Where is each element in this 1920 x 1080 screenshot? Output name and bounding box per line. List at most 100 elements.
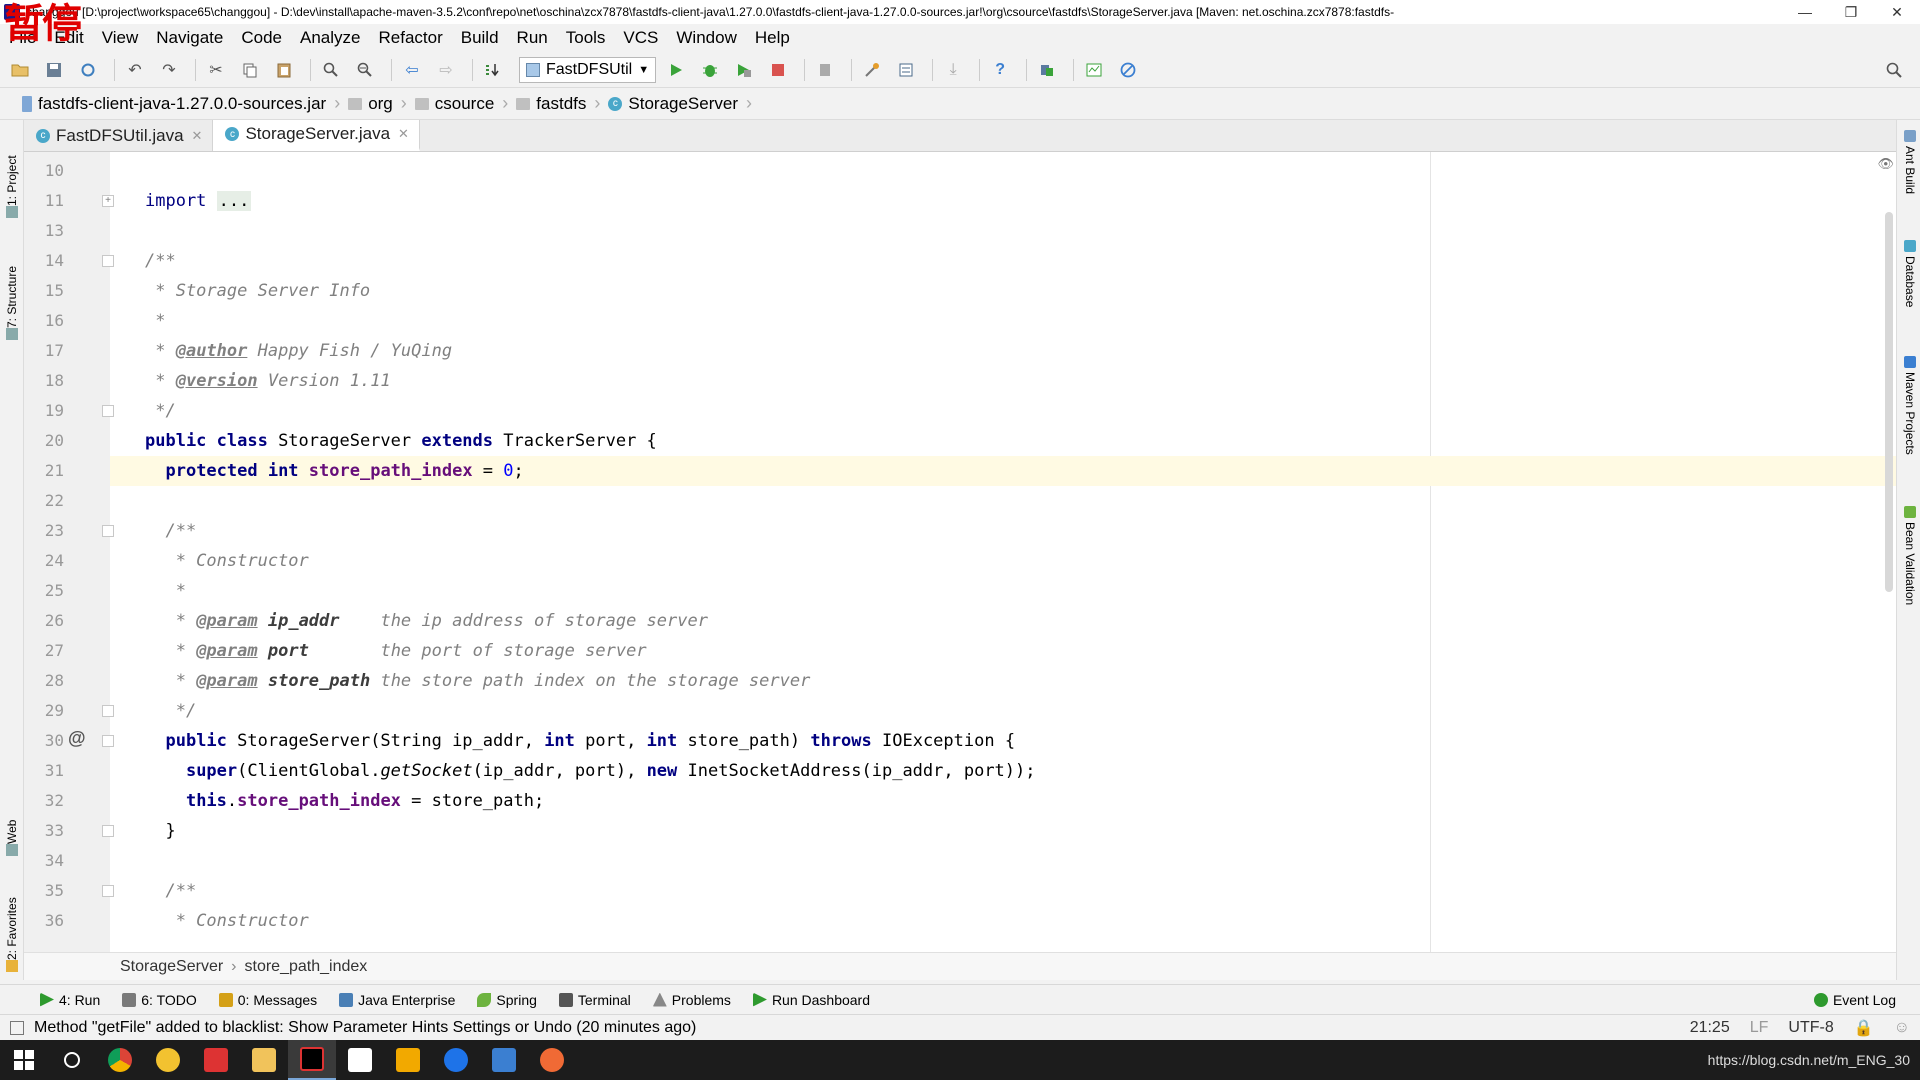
code-line[interactable]: * @param port the port of storage server [110, 636, 1896, 666]
crumb-csource[interactable]: csource [407, 88, 503, 120]
terminal-tool-button[interactable]: Terminal [549, 985, 643, 1015]
crumb-storageserver[interactable]: c StorageServer [600, 88, 746, 120]
code-line[interactable]: * @version Version 1.11 [110, 366, 1896, 396]
todo-tool-button[interactable]: 6: TODO [112, 985, 209, 1015]
paste-icon[interactable] [270, 56, 298, 84]
problems-tool-button[interactable]: Problems [643, 985, 743, 1015]
run-dashboard-tool-button[interactable]: Run Dashboard [743, 985, 882, 1015]
search-icon[interactable] [1880, 56, 1908, 84]
code-line[interactable]: * Storage Server Info [110, 276, 1896, 306]
project-structure-icon[interactable] [858, 56, 886, 84]
run-tool-button[interactable]: 4: Run [30, 985, 112, 1015]
cut-icon[interactable]: ✂ [202, 56, 230, 84]
pinned-app-icon[interactable] [432, 1040, 480, 1080]
code-line[interactable]: public StorageServer(String ip_addr, int… [110, 726, 1896, 756]
project-tool-tab[interactable]: 1: Project [2, 132, 22, 222]
open-folder-icon[interactable] [6, 56, 34, 84]
debug-icon[interactable] [696, 56, 724, 84]
menu-tools[interactable]: Tools [557, 24, 615, 52]
code-line[interactable]: */ [110, 696, 1896, 726]
menu-help[interactable]: Help [746, 24, 799, 52]
menu-window[interactable]: Window [667, 24, 745, 52]
screen-capture-icon[interactable] [192, 1040, 240, 1080]
event-log-tool-button[interactable]: Event Log [1804, 985, 1908, 1015]
attach-debugger-icon[interactable] [811, 56, 839, 84]
code-line[interactable]: * [110, 576, 1896, 606]
replace-icon[interactable] [351, 56, 379, 84]
download-icon[interactable]: ⤓ [939, 56, 967, 84]
windows-start-icon[interactable] [0, 1040, 48, 1080]
power-save-icon[interactable] [1114, 56, 1142, 84]
code-line[interactable] [110, 216, 1896, 246]
vm-monitor-icon[interactable] [1080, 56, 1108, 84]
code-line[interactable]: * @param ip_addr the ip address of stora… [110, 606, 1896, 636]
eye-icon[interactable]: 👁 [1877, 156, 1894, 172]
menu-build[interactable]: Build [452, 24, 508, 52]
pinned-app-icon[interactable] [528, 1040, 576, 1080]
back-arrow-icon[interactable]: ⇦ [398, 56, 426, 84]
sync-icon[interactable] [74, 56, 102, 84]
run-configuration-select[interactable]: FastDFSUtil ▼ [519, 56, 657, 83]
minimize-button[interactable]: — [1782, 0, 1828, 24]
file-encoding[interactable]: UTF-8 [1778, 1019, 1843, 1037]
tab-storageserver[interactable]: c StorageServer.java ✕ [213, 120, 420, 151]
stop-icon[interactable] [764, 56, 792, 84]
code-line[interactable]: * [110, 306, 1896, 336]
menu-code[interactable]: Code [232, 24, 291, 52]
code-line[interactable]: public class StorageServer extends Track… [110, 426, 1896, 456]
pinned-app-icon[interactable] [144, 1040, 192, 1080]
close-icon[interactable]: ✕ [398, 126, 409, 142]
tool-windows-toggle-icon[interactable] [10, 1020, 24, 1035]
crumb-jar[interactable]: fastdfs-client-java-1.27.0.0-sources.jar [14, 88, 334, 120]
code-line[interactable]: super(ClientGlobal.getSocket(ip_addr, po… [110, 756, 1896, 786]
code-line[interactable]: * @author Happy Fish / YuQing [110, 336, 1896, 366]
save-all-icon[interactable] [40, 56, 68, 84]
breadcrumb-member[interactable]: store_path_index [245, 958, 368, 976]
redo-icon[interactable]: ↷ [155, 56, 183, 84]
code-area[interactable]: import ... /** * Storage Server Info * * … [110, 152, 1896, 952]
intellij-taskbar-icon[interactable] [288, 1040, 336, 1080]
chrome-icon[interactable] [96, 1040, 144, 1080]
maven-projects-tool-tab[interactable]: Maven Projects [1900, 356, 1920, 496]
code-line[interactable]: * Constructor [110, 546, 1896, 576]
pinned-app-icon[interactable] [384, 1040, 432, 1080]
code-editor[interactable]: 10 11 +13 14 15 16 17 18 19 20 21 22 23 24 25 26 27 28 29 3… [24, 152, 1896, 952]
breadcrumb-class[interactable]: StorageServer [120, 958, 223, 976]
bean-validation-tool-tab[interactable]: Bean Validation [1900, 506, 1920, 636]
code-line[interactable] [110, 486, 1896, 516]
tab-fastdfsutil[interactable]: c FastDFSUtil.java ✕ [24, 120, 214, 151]
restore-button[interactable]: ❐ [1828, 0, 1874, 24]
database-tool-tab[interactable]: Database [1900, 240, 1920, 340]
line-separator[interactable]: LF [1740, 1019, 1779, 1037]
file-explorer-icon[interactable] [240, 1040, 288, 1080]
cortana-search-icon[interactable] [48, 1040, 96, 1080]
code-line[interactable]: * @param store_path the store path index… [110, 666, 1896, 696]
crumb-fastdfs[interactable]: fastdfs [508, 88, 594, 120]
build-project-icon[interactable] [479, 56, 507, 84]
run-icon[interactable] [662, 56, 690, 84]
code-line[interactable]: protected int store_path_index = 0; [110, 456, 1896, 486]
crumb-org[interactable]: org [340, 88, 401, 120]
code-line[interactable]: * Constructor [110, 906, 1896, 936]
close-icon[interactable]: ✕ [192, 128, 203, 144]
inspector-icon[interactable]: ☺ [1884, 1019, 1920, 1037]
copy-icon[interactable] [236, 56, 264, 84]
run-with-coverage-icon[interactable] [730, 56, 758, 84]
forward-arrow-icon[interactable]: ⇨ [432, 56, 460, 84]
editor-scrollbar[interactable]: 👁 [1877, 152, 1896, 952]
tasks-icon[interactable] [1033, 56, 1061, 84]
java-enterprise-tool-button[interactable]: Java Enterprise [329, 985, 467, 1015]
code-line[interactable]: /** [110, 876, 1896, 906]
find-icon[interactable] [317, 56, 345, 84]
scrollbar-thumb[interactable] [1885, 212, 1893, 592]
menu-refactor[interactable]: Refactor [369, 24, 451, 52]
code-line[interactable]: import ... [110, 186, 1896, 216]
menu-run[interactable]: Run [508, 24, 557, 52]
code-line[interactable]: } [110, 816, 1896, 846]
ant-build-tool-tab[interactable]: Ant Build [1900, 130, 1920, 220]
menu-vcs[interactable]: VCS [614, 24, 667, 52]
undo-icon[interactable]: ↶ [121, 56, 149, 84]
messages-tool-button[interactable]: 0: Messages [209, 985, 329, 1015]
code-line[interactable] [110, 156, 1896, 186]
code-line[interactable]: /** [110, 516, 1896, 546]
